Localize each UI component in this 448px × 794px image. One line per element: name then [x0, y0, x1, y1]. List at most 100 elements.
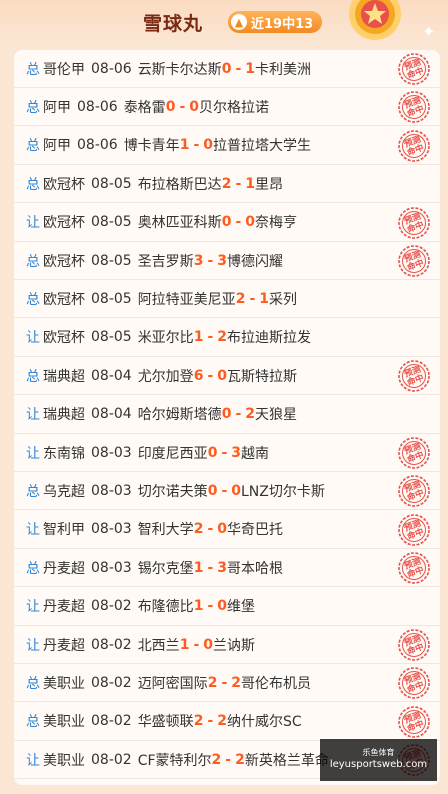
- bet-type: 总: [26, 99, 40, 116]
- league-name: 欧冠杯: [43, 291, 85, 308]
- match-row[interactable]: 让瑞典超 08-04 哈尔姆斯塔德 0-2 天狼星: [14, 396, 440, 434]
- bet-type: 总: [26, 675, 40, 692]
- home-score: 2: [207, 674, 218, 691]
- match-row[interactable]: 总丹麦超 08-03 锡尔克堡 1-3 哥本哈根 预测 命中: [14, 549, 440, 588]
- away-team: 华奇巴托: [227, 522, 283, 539]
- match-row[interactable]: 让丹麦超 08-02 北西兰 1-0 兰讷斯 预测 命中: [14, 626, 440, 664]
- home-score: 2: [193, 521, 204, 538]
- match-row[interactable]: 总瑞典超 08-04 尤尔加登 6-0 瓦斯特拉斯 预测 命中: [14, 357, 440, 396]
- home-score: 0: [165, 98, 176, 115]
- home-score: 2: [235, 290, 246, 307]
- match-row[interactable]: 让东南锦 08-03 印度尼西亚 0-3 越南 预测 命中: [14, 434, 440, 472]
- away-team: 贝尔格拉诺: [199, 99, 269, 116]
- bet-type: 让: [26, 637, 40, 654]
- bet-type: 总: [26, 61, 40, 78]
- match-date: 08-02: [91, 636, 132, 653]
- league-name: 美职业: [43, 675, 85, 692]
- match-row[interactable]: 让欧冠杯 08-05 米亚尔比 1-2 布拉迪斯拉发: [14, 319, 440, 357]
- away-team: LNZ切尔卡斯: [241, 483, 325, 500]
- hit-stamp-icon: 预测命中: [398, 129, 430, 162]
- home-score: 0: [207, 444, 218, 461]
- score-dash: -: [179, 98, 186, 115]
- score-dash: -: [207, 329, 214, 346]
- bet-type: 总: [26, 560, 40, 577]
- home-team: 布拉格斯巴达: [137, 176, 222, 193]
- hit-stamp-icon: 预测命中: [398, 705, 430, 738]
- hit-stamp-icon: 预测命中: [398, 53, 430, 85]
- match-date: 08-04: [91, 367, 132, 384]
- page-title: 雪球丸: [143, 13, 204, 35]
- league-name: 欧冠杯: [43, 215, 85, 232]
- home-score: 3: [193, 252, 204, 269]
- bet-type: 让: [26, 522, 40, 539]
- match-date: 08-06: [77, 98, 118, 115]
- home-team: 切尔诺夫策: [137, 483, 208, 500]
- match-row[interactable]: 总阿甲 08-06 泰格雷 0-0 贝尔格拉诺 预测 命中: [14, 88, 440, 127]
- away-team: 博德闪耀: [227, 253, 283, 270]
- league-name: 智利甲: [43, 522, 85, 539]
- away-team: 哥本哈根: [227, 560, 283, 577]
- bet-type: 让: [26, 445, 40, 462]
- away-score: 2: [245, 406, 255, 423]
- match-row[interactable]: 让智利甲 08-03 智利大学 2-0 华奇巴托 预测 命中: [14, 511, 440, 549]
- home-team: 尤尔加登: [137, 368, 194, 385]
- match-row[interactable]: 总哥伦甲 08-06 云斯卡尔达斯 0-1 卡利美洲 预测 命中: [14, 50, 440, 88]
- hit-stamp-icon: 预测命中: [398, 513, 430, 546]
- match-row[interactable]: 总欧冠杯 08-05 圣吉罗斯 3-3 博德闪耀 预测 命中: [14, 242, 440, 280]
- home-team: 北西兰: [137, 637, 180, 654]
- score-dash: -: [235, 60, 242, 77]
- match-date: 08-06: [91, 60, 132, 77]
- score-dash: -: [235, 175, 242, 192]
- home-score: 0: [221, 406, 232, 423]
- match-row[interactable]: 让丹麦超 08-02 布隆德比 1-0 维堡: [14, 588, 440, 626]
- away-team: 维堡: [227, 599, 255, 616]
- match-row[interactable]: 让欧冠杯 08-05 奥林匹亚科斯 0-0 奈梅亨 预测 命中: [14, 204, 440, 242]
- home-team: 博卡青年: [123, 138, 180, 155]
- match-date: 08-05: [91, 290, 132, 307]
- league-name: 东南锦: [43, 445, 85, 462]
- score-dash: -: [207, 713, 214, 730]
- match-row[interactable]: 总美职业 08-02 华盛顿联 2-2 纳什威尔SC 预测 命中: [14, 703, 440, 741]
- away-score: 1: [259, 290, 269, 307]
- hit-stamp-icon: 预测命中: [398, 552, 430, 584]
- match-row[interactable]: 总欧冠杯 08-05 布拉格斯巴达 2-1 里昂: [14, 165, 440, 204]
- away-score: 3: [231, 444, 241, 461]
- match-date: 08-02: [91, 713, 132, 730]
- score-dash: -: [207, 598, 214, 615]
- match-row[interactable]: 总阿甲 08-06 博卡青年 1-0 拉普拉塔大学生 预测 命中: [14, 127, 440, 165]
- score-dash: -: [193, 137, 200, 154]
- home-team: 印度尼西亚: [137, 445, 208, 462]
- score-dash: -: [221, 444, 228, 461]
- bet-type: 让: [26, 215, 40, 232]
- hit-stamp-icon: 预测命中: [398, 91, 430, 124]
- site-watermark: 乐鱼体育 leyusportsweb.com: [320, 739, 437, 781]
- home-team: 哈尔姆斯塔德: [137, 407, 222, 424]
- hit-stamp-icon: 预测命中: [398, 245, 430, 277]
- away-team: 奈梅亨: [255, 215, 297, 232]
- away-score: 2: [217, 713, 227, 730]
- bet-type: 总: [26, 176, 40, 193]
- away-team: 天狼星: [255, 407, 297, 424]
- league-name: 丹麦超: [43, 599, 85, 616]
- match-row[interactable]: 总乌克超 08-03 切尔诺夫策 0-0 LNZ切尔卡斯 预测 命中: [14, 472, 440, 511]
- league-name: 丹麦超: [43, 560, 85, 577]
- home-team: 云斯卡尔达斯: [137, 61, 222, 78]
- away-score: 0: [203, 137, 213, 154]
- hit-stamp-icon: 预测命中: [398, 360, 430, 392]
- match-row[interactable]: 总欧冠杯 08-05 阿拉特亚美尼亚 2-1 采列: [14, 280, 440, 319]
- league-name: 丹麦超: [43, 637, 85, 654]
- match-row[interactable]: 总美职业 08-02 迈阿密国际 2-2 哥伦布机员 预测 命中: [14, 664, 440, 703]
- league-name: 美职业: [43, 714, 85, 731]
- home-score: 6: [193, 367, 204, 384]
- score-dash: -: [249, 290, 256, 307]
- score-dash: -: [221, 482, 228, 499]
- away-team: 瓦斯特拉斯: [227, 368, 297, 385]
- streak-badge: ▲ 近19中13: [228, 11, 323, 33]
- score-dash: -: [235, 406, 242, 423]
- hit-stamp-icon: 预测命中: [398, 437, 430, 469]
- hit-stamp-icon: 预测命中: [398, 475, 430, 508]
- league-name: 瑞典超: [43, 368, 85, 385]
- away-team: 布拉迪斯拉发: [227, 330, 311, 347]
- match-date: 08-05: [91, 175, 132, 192]
- away-score: 2: [231, 674, 241, 691]
